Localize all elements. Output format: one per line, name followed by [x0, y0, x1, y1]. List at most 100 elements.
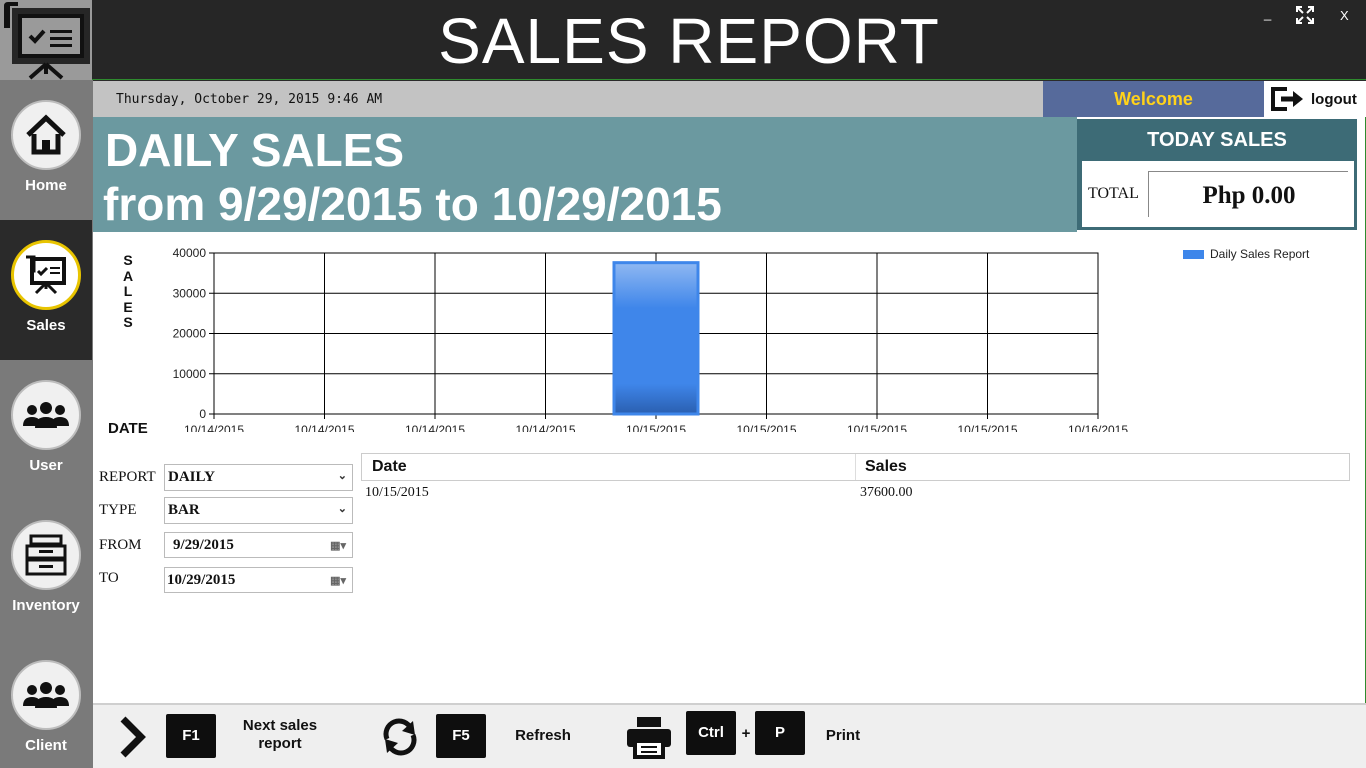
table-row[interactable]: 10/15/2015 37600.00 [361, 481, 1350, 505]
window-title: SALES REPORT [438, 5, 940, 77]
next-sales-report-label: Next sales report [242, 717, 318, 752]
main-content: Thursday, October 29, 2015 9:46 AM Welco… [93, 81, 1366, 768]
table-header: Date Sales [361, 453, 1350, 481]
sidebar-item-label: User [29, 457, 63, 474]
print-label: Print [825, 727, 861, 744]
total-label: TOTAL [1088, 185, 1139, 202]
chart-legend: Daily Sales Report [1183, 247, 1309, 261]
x-tick-label: 10/14/2015 [294, 423, 354, 432]
x-tick-label: 10/15/2015 [847, 423, 907, 432]
from-date-picker[interactable]: 9/29/2015 ▦▾ [164, 532, 353, 558]
table-cell-date: 10/15/2015 [365, 485, 429, 500]
banner-title: DAILY SALES [105, 124, 405, 176]
report-banner: DAILY SALES from 9/29/2015 to 10/29/2015 [93, 117, 1077, 232]
x-tick-label: 10/15/2015 [736, 423, 796, 432]
p-key-button[interactable]: P [755, 711, 805, 755]
sidebar-item-label: Sales [26, 317, 66, 334]
refresh-label: Refresh [515, 727, 571, 744]
logout-label: logout [1311, 90, 1357, 108]
sales-icon-circle [11, 240, 81, 310]
sidebar: Home Sales User Inventory Client [0, 80, 93, 768]
y-tick-label: 20000 [173, 327, 207, 341]
report-label: REPORT [99, 469, 156, 485]
report-select-value: DAILY [168, 469, 215, 485]
today-sales-box: TOTAL Php 0.00 [1082, 161, 1354, 227]
inventory-icon-circle [11, 520, 81, 590]
calendar-icon[interactable]: ▦▾ [330, 574, 346, 587]
to-date-value: 10/29/2015 [167, 572, 236, 588]
y-tick-label: 30000 [173, 286, 207, 300]
report-select[interactable]: DAILY ⌄ [164, 464, 353, 491]
x-tick-label: 10/15/2015 [957, 423, 1017, 432]
app-logo [0, 0, 92, 80]
x-tick-label: 10/14/2015 [405, 423, 465, 432]
sales-table: Date Sales 10/15/2015 37600.00 [361, 453, 1350, 505]
to-date-picker[interactable]: 10/29/2015 ▦▾ [164, 567, 353, 593]
user-icon-circle [11, 380, 81, 450]
chevron-down-icon: ⌄ [337, 470, 347, 482]
printer-icon [627, 717, 671, 759]
fullscreen-icon [1296, 6, 1314, 24]
today-sales-panel: TODAY SALES TOTAL Php 0.00 [1077, 119, 1357, 230]
home-icon-circle [11, 100, 81, 170]
type-label: TYPE [99, 502, 137, 518]
total-value: Php 0.00 [1202, 182, 1296, 209]
y-tick-label: 10000 [173, 367, 207, 381]
sidebar-item-client[interactable]: Client [0, 640, 92, 768]
x-tick-label: 10/16/2015 [1068, 423, 1128, 432]
chevron-down-icon: ⌄ [337, 503, 347, 515]
banner-date-range: from 9/29/2015 to 10/29/2015 [103, 178, 722, 230]
type-select[interactable]: BAR ⌄ [164, 497, 353, 524]
chart-x-axis-label: DATE [108, 420, 148, 437]
ctrl-key-button[interactable]: Ctrl [686, 711, 736, 755]
x-tick-label: 10/14/2015 [184, 423, 244, 432]
type-select-value: BAR [168, 502, 200, 518]
chevron-right-icon [120, 716, 146, 758]
welcome-text: Welcome [1043, 81, 1264, 117]
f1-key-button[interactable]: F1 [166, 714, 216, 758]
users-icon [23, 402, 69, 428]
column-header-sales[interactable]: Sales [865, 458, 907, 476]
column-divider [855, 454, 856, 480]
from-date-value: 9/29/2015 [173, 537, 234, 553]
today-sales-title: TODAY SALES [1147, 129, 1287, 151]
bar [612, 261, 700, 416]
status-bar: Thursday, October 29, 2015 9:46 AM [93, 81, 1043, 117]
sidebar-item-sales[interactable]: Sales [0, 220, 92, 360]
client-icon-circle [11, 660, 81, 730]
column-header-date[interactable]: Date [372, 458, 407, 476]
refresh-icon [383, 718, 417, 756]
f5-key-button[interactable]: F5 [436, 714, 486, 758]
title-bar: SALES REPORT _ X [0, 0, 1366, 80]
presentation-board-icon [26, 255, 66, 295]
x-tick-label: 10/14/2015 [515, 423, 575, 432]
logout-button[interactable]: logout [1265, 81, 1366, 117]
presentation-board-icon [4, 2, 90, 80]
shortcut-footer: F1 Next sales report F5 Refresh Ctrl + P… [93, 703, 1366, 768]
to-label: TO [99, 570, 119, 586]
maximize-button[interactable] [1296, 6, 1314, 27]
legend-swatch [1183, 249, 1204, 259]
total-value-box: Php 0.00 [1148, 171, 1348, 217]
minimize-button[interactable]: _ [1264, 6, 1271, 21]
close-button[interactable]: X [1340, 8, 1349, 23]
sidebar-item-home[interactable]: Home [0, 80, 92, 220]
sales-chart: 0 10000 20000 30000 40000 10/14/2015 10/14/201… [173, 246, 1129, 432]
datetime-text: Thursday, October 29, 2015 9:46 AM [116, 92, 383, 107]
sidebar-item-user[interactable]: User [0, 360, 92, 500]
sidebar-item-label: Home [25, 177, 67, 194]
y-tick-label: 40000 [173, 246, 207, 260]
logout-icon [1271, 87, 1303, 111]
sidebar-item-label: Inventory [12, 597, 80, 614]
sidebar-item-inventory[interactable]: Inventory [0, 500, 92, 640]
y-tick-label: 0 [199, 407, 206, 421]
x-tick-label: 10/15/2015 [626, 423, 686, 432]
calendar-icon[interactable]: ▦▾ [330, 539, 346, 552]
users-icon [23, 682, 69, 708]
sidebar-item-label: Client [25, 737, 67, 754]
home-icon [26, 114, 66, 155]
from-label: FROM [99, 537, 142, 553]
legend-label: Daily Sales Report [1210, 247, 1310, 261]
plus-sign: + [741, 725, 751, 742]
table-cell-sales: 37600.00 [860, 485, 913, 500]
